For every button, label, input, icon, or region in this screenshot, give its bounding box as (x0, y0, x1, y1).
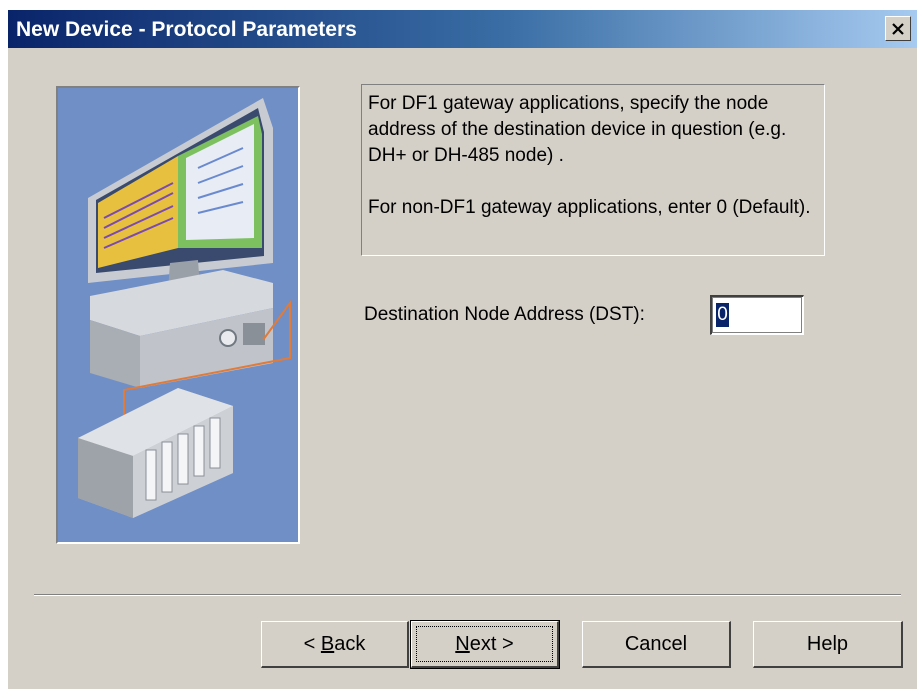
separator-line (34, 594, 901, 596)
wizard-illustration (56, 86, 300, 544)
top-edge (0, 0, 917, 10)
close-button[interactable] (885, 16, 911, 41)
computer-and-plc-icon (78, 98, 291, 518)
info-paragraph-default: For non-DF1 gateway applications, enter … (368, 197, 811, 218)
left-edge (0, 0, 8, 689)
help-button[interactable]: Help (753, 621, 903, 668)
wizard-dialog: New Device - Protocol Parameters For DF1… (0, 0, 917, 689)
back-rest: ack (334, 632, 366, 655)
destination-node-address-input[interactable] (710, 295, 804, 335)
next-rest: ext (469, 632, 497, 655)
next-mnemonic: N (455, 632, 470, 655)
destination-node-address-label: Destination Node Address (DST): (364, 304, 645, 325)
back-mnemonic: B (320, 632, 335, 655)
back-prefix: < (303, 632, 321, 655)
back-button[interactable]: < Back (261, 621, 409, 668)
info-paragraph-gateway: For DF1 gateway applications, specify th… (368, 93, 787, 166)
window-title: New Device - Protocol Parameters (16, 18, 357, 41)
next-suffix: > (496, 632, 514, 655)
next-button[interactable]: Next > (410, 620, 560, 669)
close-icon (892, 22, 904, 35)
cancel-button[interactable]: Cancel (582, 621, 731, 668)
title-bar[interactable]: New Device - Protocol Parameters (8, 10, 917, 48)
info-text-box: For DF1 gateway applications, specify th… (361, 84, 825, 256)
